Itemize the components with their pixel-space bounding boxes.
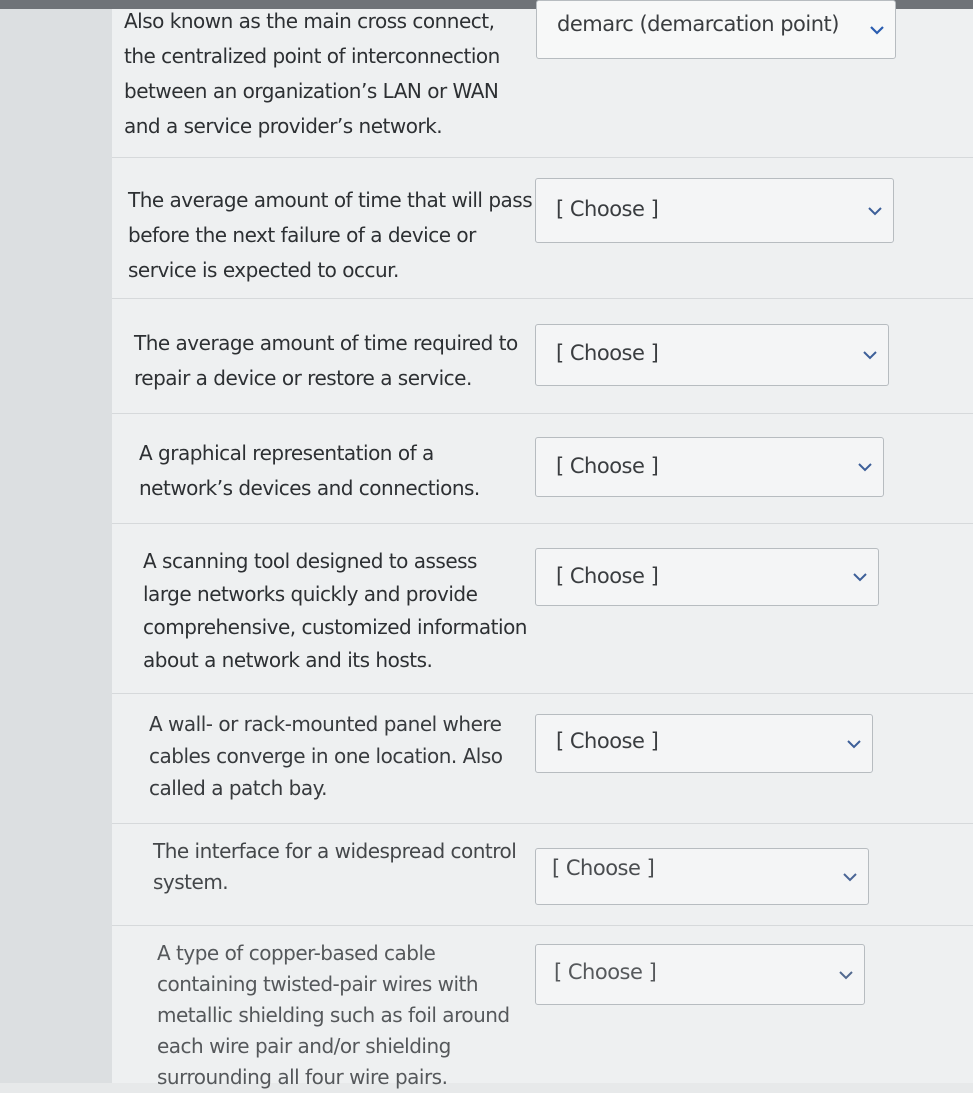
answer-select-4[interactable]: [ Choose ] bbox=[535, 437, 884, 497]
answer-select-1[interactable]: demarc (demarcation point) bbox=[536, 0, 896, 59]
answer-select-5-value: [ Choose ] bbox=[556, 564, 659, 588]
chevron-down-icon bbox=[858, 463, 872, 472]
answer-select-8-value: [ Choose ] bbox=[554, 960, 657, 984]
question-prompt-3: The average amount of time required to r… bbox=[134, 331, 518, 390]
row-divider bbox=[112, 157, 973, 158]
row-divider bbox=[112, 523, 973, 524]
answer-select-3-value: [ Choose ] bbox=[556, 341, 659, 365]
chevron-down-icon bbox=[839, 970, 853, 979]
answer-select-6[interactable]: [ Choose ] bbox=[535, 714, 873, 773]
question-prompt-1: Also known as the main cross connect, th… bbox=[124, 9, 500, 138]
question-prompt-4: A graphical representation of a network’… bbox=[139, 441, 480, 500]
question-prompt-8: A type of copper-based cable containing … bbox=[157, 941, 510, 1089]
left-panel bbox=[0, 9, 112, 1083]
question-prompt-5: A scanning tool designed to assess large… bbox=[143, 549, 527, 672]
row-divider bbox=[112, 298, 973, 299]
answer-select-6-value: [ Choose ] bbox=[556, 729, 659, 753]
answer-select-3[interactable]: [ Choose ] bbox=[535, 324, 889, 386]
answer-select-7-value: [ Choose ] bbox=[552, 856, 655, 880]
answer-select-4-value: [ Choose ] bbox=[556, 454, 659, 478]
chevron-down-icon bbox=[853, 573, 867, 582]
answer-select-8[interactable]: [ Choose ] bbox=[535, 944, 865, 1005]
chevron-down-icon bbox=[863, 351, 877, 360]
chevron-down-icon bbox=[868, 206, 882, 215]
answer-select-7[interactable]: [ Choose ] bbox=[535, 848, 869, 905]
question-prompt-2: The average amount of time that will pas… bbox=[128, 188, 533, 282]
question-prompt-7: The interface for a widespread control s… bbox=[153, 839, 517, 894]
chevron-down-icon bbox=[843, 872, 857, 881]
row-divider bbox=[112, 823, 973, 824]
answer-select-2-value: [ Choose ] bbox=[556, 197, 659, 221]
chevron-down-icon bbox=[870, 25, 884, 35]
answer-select-5[interactable]: [ Choose ] bbox=[535, 548, 879, 606]
row-divider bbox=[112, 413, 973, 414]
chevron-down-icon bbox=[847, 739, 861, 748]
row-divider bbox=[112, 693, 973, 694]
answer-select-1-value: demarc (demarcation point) bbox=[557, 12, 839, 36]
row-divider bbox=[112, 925, 973, 926]
question-prompt-6: A wall- or rack-mounted panel where cabl… bbox=[149, 712, 503, 800]
answer-select-2[interactable]: [ Choose ] bbox=[535, 178, 894, 243]
